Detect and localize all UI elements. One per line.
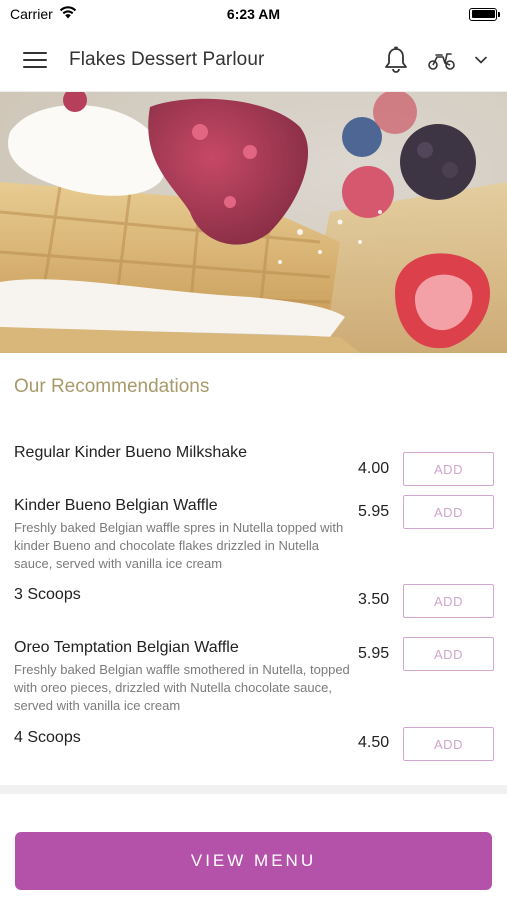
status-left: Carrier (10, 6, 77, 22)
wifi-icon (59, 6, 77, 22)
recommendations-title: Our Recommendations (14, 376, 210, 397)
status-bar: Carrier 6:23 AM (0, 0, 507, 28)
page-title: Flakes Dessert Parlour (69, 48, 265, 70)
item-name: Kinder Bueno Belgian Waffle (14, 497, 218, 514)
add-button[interactable]: ADD (403, 452, 494, 486)
add-button[interactable]: ADD (403, 584, 494, 618)
item-name: 3 Scoops (14, 586, 81, 603)
item-description: Freshly baked Belgian waffle spres in Nu… (14, 520, 344, 571)
view-menu-button[interactable]: VIEW MENU (15, 832, 492, 890)
chevron-down-icon[interactable] (475, 56, 487, 64)
section-divider (0, 785, 507, 794)
bell-icon[interactable] (383, 46, 409, 74)
nav-bar: Flakes Dessert Parlour (0, 28, 507, 92)
item-price: 3.50 (358, 591, 390, 608)
add-button[interactable]: ADD (403, 637, 494, 671)
item-name: 4 Scoops (14, 729, 81, 746)
item-price: 5.95 (358, 645, 390, 662)
item-description: Freshly baked Belgian waffle smothered i… (14, 662, 350, 713)
item-price: 5.95 (358, 503, 390, 520)
add-button[interactable]: ADD (403, 727, 494, 761)
scooter-icon[interactable] (427, 49, 457, 71)
item-price: 4.00 (358, 460, 390, 477)
item-name: Oreo Temptation Belgian Waffle (14, 639, 239, 656)
nav-actions (383, 46, 487, 74)
hero-image (0, 92, 507, 353)
item-price: 4.50 (358, 734, 390, 751)
add-button[interactable]: ADD (403, 495, 494, 529)
battery-icon (469, 7, 500, 21)
item-name: Regular Kinder Bueno Milkshake (14, 444, 248, 461)
menu-icon[interactable] (23, 51, 47, 68)
carrier-label: Carrier (10, 6, 53, 22)
